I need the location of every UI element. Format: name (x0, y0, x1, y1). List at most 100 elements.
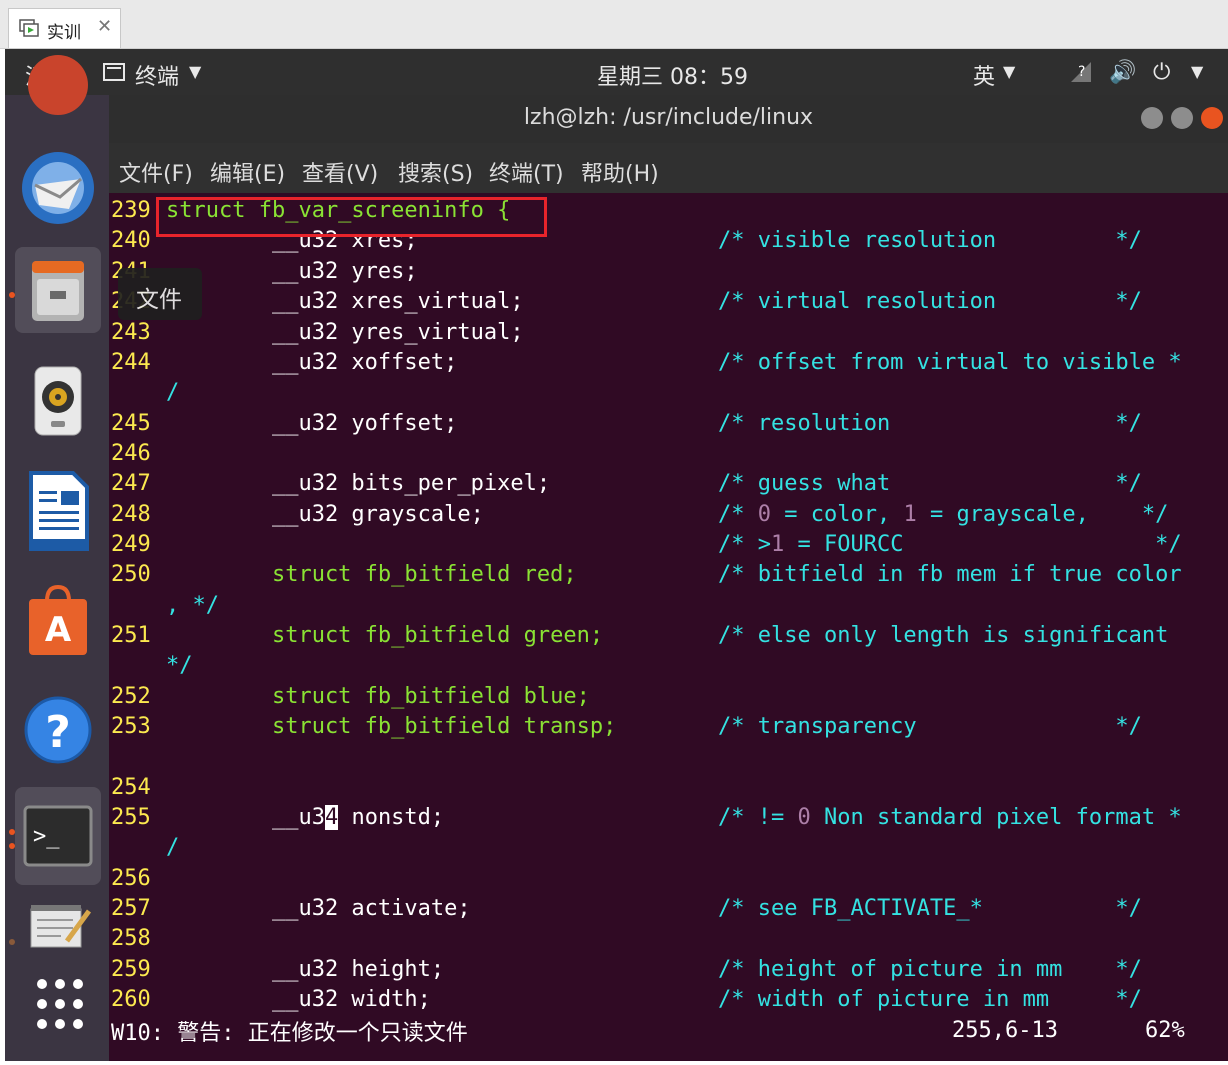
line-number: 257 (111, 896, 151, 921)
menu-search[interactable]: 搜索(S) (398, 156, 473, 188)
running-indicator (9, 843, 15, 849)
code-line: __u32 xoffset; (166, 350, 458, 375)
network-icon[interactable]: ? (1069, 60, 1093, 90)
line-number: 260 (111, 987, 151, 1012)
line-number: 254 (111, 775, 151, 800)
code-comment: /* != 0 Non standard pixel format * (718, 805, 1182, 830)
line-number: 247 (111, 471, 151, 496)
code-line: __u32 height; (166, 957, 445, 982)
menu-view[interactable]: 查看(V) (302, 156, 378, 188)
clock[interactable]: 星期三 08：59 (597, 59, 748, 91)
menu-terminal[interactable]: 终端(T) (489, 156, 564, 188)
code-line: struct fb_bitfield green; (166, 623, 604, 648)
code-comment: /* else only length is significant (718, 623, 1169, 648)
window-titlebar[interactable]: lzh@lzh: /usr/include/linux (109, 95, 1228, 143)
running-indicator (9, 829, 15, 835)
code-comment: /* >1 = FOURCC */ (718, 532, 1182, 557)
code-line: struct fb_bitfield red; (166, 562, 577, 587)
libreoffice-writer-icon[interactable] (15, 467, 101, 553)
code-line: __u32 yres_virtual; (166, 320, 524, 345)
volume-icon[interactable]: 🔊 (1109, 60, 1136, 85)
line-number: 240 (111, 228, 151, 253)
running-indicator (9, 292, 15, 298)
menu-file[interactable]: 文件(F) (119, 156, 193, 188)
code-comment: /* guess what */ (718, 471, 1142, 496)
code-comment-wrap: / (166, 380, 180, 405)
close-icon[interactable] (1201, 107, 1223, 129)
maximize-icon[interactable] (1171, 107, 1193, 129)
line-number: 239 (111, 198, 151, 223)
vm-tab-label: 实训 (47, 23, 81, 43)
vim-status-warning: W10: 警告: 正在修改一个只读文件 (111, 1021, 468, 1046)
code-comment: /* transparency */ (718, 714, 1142, 739)
line-number: 248 (111, 502, 151, 527)
terminal-icon[interactable]: >_ (9, 787, 101, 885)
line-number: 258 (111, 926, 151, 951)
svg-text:>_: >_ (33, 824, 60, 849)
vm-icon (19, 19, 39, 37)
vim-cursor-position: 255,6-13 (952, 1018, 1058, 1043)
line-number: 253 (111, 714, 151, 739)
code-comment: /* resolution */ (718, 411, 1142, 436)
vm-tab[interactable]: 实训 ✕ (8, 8, 121, 48)
thunderbird-icon[interactable] (15, 145, 101, 231)
code-comment: /* see FB_ACTIVATE_* */ (718, 896, 1142, 921)
code-comment-wrap: , */ (166, 593, 219, 618)
code-line: __u32 xres_virtual; (166, 289, 524, 314)
close-icon[interactable]: ✕ (97, 16, 112, 37)
svg-text:A: A (45, 610, 72, 650)
annotation-highlight-box (156, 197, 547, 237)
chevron-down-icon[interactable]: ▼ (1003, 62, 1015, 81)
line-number: 250 (111, 562, 151, 587)
dock: A ? >_ (5, 55, 109, 1061)
window-title: lzh@lzh: /usr/include/linux (523, 105, 814, 130)
minimize-icon[interactable] (1141, 107, 1163, 129)
ubuntu-icon[interactable] (15, 55, 101, 141)
app-menu[interactable]: 终端 (135, 59, 179, 91)
code-comment: /* visible resolution */ (718, 228, 1142, 253)
line-number: 244 (111, 350, 151, 375)
line-number: 255 (111, 805, 151, 830)
text-cursor: 4 (324, 805, 339, 830)
power-icon[interactable]: ⏻ (1153, 60, 1170, 85)
chevron-down-icon[interactable]: ▼ (189, 62, 201, 81)
code-comment: /* height of picture in mm */ (718, 957, 1142, 982)
code-line: __u32 yoffset; (166, 411, 458, 436)
show-apps-icon[interactable] (15, 967, 101, 1053)
code-line: __u32 yres; (166, 259, 418, 284)
software-center-icon[interactable]: A (15, 577, 101, 663)
terminal-menubar: 文件(F) 编辑(E) 查看(V) 搜索(S) 终端(T) 帮助(H) (109, 143, 1228, 193)
code-line: __u34 nonstd; (166, 805, 445, 830)
code-comment: /* bitfield in fb mem if true color (718, 562, 1182, 587)
code-line: struct fb_bitfield blue; (166, 684, 590, 709)
rhythmbox-icon[interactable] (15, 357, 101, 443)
line-number: 245 (111, 411, 151, 436)
code-comment-wrap: / (166, 835, 180, 860)
vim-scroll-percent: 62% (1145, 1018, 1185, 1043)
code-line: __u32 width; (166, 987, 431, 1012)
help-icon[interactable]: ? (15, 687, 101, 773)
line-number: 249 (111, 532, 151, 557)
code-comment-wrap: */ (166, 653, 193, 678)
top-bar: 活动 终端 ▼ 星期三 08：59 英 ▼ ? 🔊 ⏻ ▼ (5, 49, 1228, 95)
line-number: 252 (111, 684, 151, 709)
line-number: 246 (111, 441, 151, 466)
code-line: __u32 activate; (166, 896, 471, 921)
chevron-down-icon[interactable]: ▼ (1191, 62, 1203, 81)
vm-tab-strip: 实训 ✕ (0, 0, 1228, 49)
files-icon[interactable] (9, 247, 101, 333)
svg-text:?: ? (1078, 64, 1085, 80)
svg-text:?: ? (45, 707, 71, 758)
terminal-body[interactable]: 239 struct fb_var_screeninfo { 240 __u32… (109, 193, 1228, 1061)
code-line: __u32 bits_per_pixel; (166, 471, 551, 496)
menu-help[interactable]: 帮助(H) (581, 156, 659, 188)
menu-edit[interactable]: 编辑(E) (210, 156, 285, 188)
code-line: __u32 grayscale; (166, 502, 484, 527)
line-number: 259 (111, 957, 151, 982)
input-method-indicator[interactable]: 英 (973, 59, 995, 91)
line-number: 243 (111, 320, 151, 345)
dock-tooltip: 文件 (118, 268, 202, 320)
line-number: 256 (111, 866, 151, 891)
line-number: 251 (111, 623, 151, 648)
code-comment: /* virtual resolution */ (718, 289, 1142, 314)
